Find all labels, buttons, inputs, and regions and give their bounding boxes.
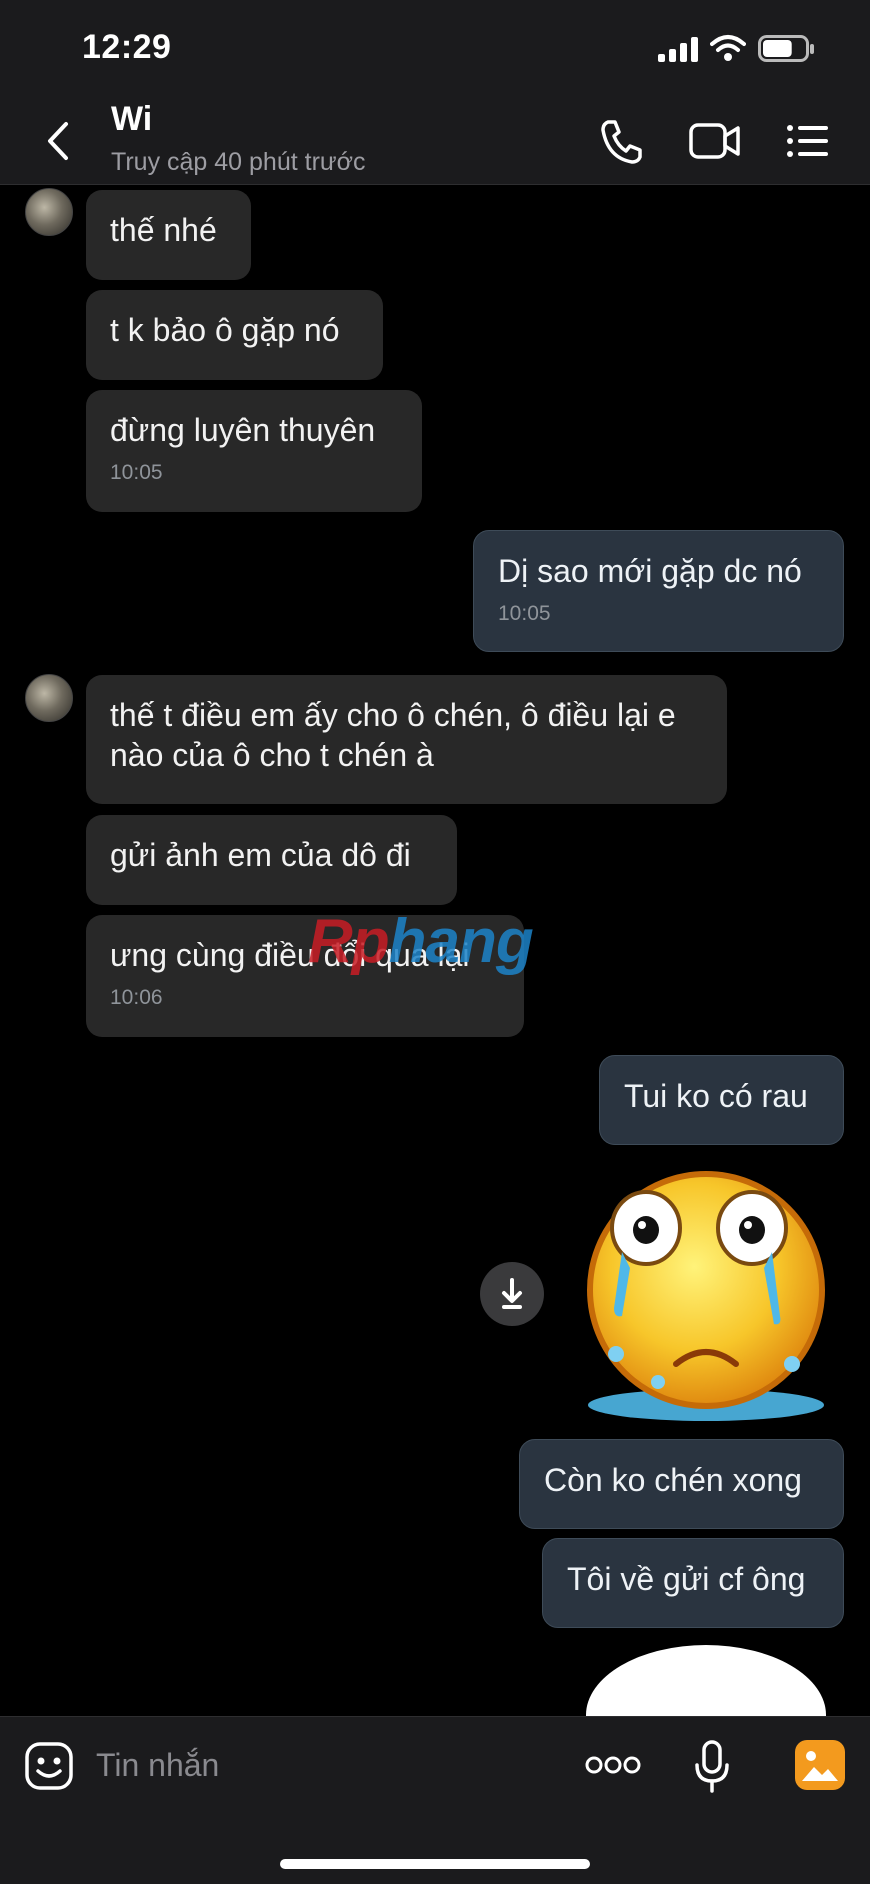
- emoji-icon[interactable]: [24, 1741, 74, 1791]
- message-time: 10:05: [110, 461, 163, 484]
- message-incoming[interactable]: t k bảo ô gặp nó: [86, 290, 383, 380]
- message-input[interactable]: Tin nhắn: [96, 1747, 219, 1784]
- battery-icon: [758, 35, 814, 62]
- video-call-icon[interactable]: [688, 116, 742, 166]
- watermark: Rphang: [308, 906, 534, 977]
- message-outgoing[interactable]: Tui ko có rau: [599, 1055, 844, 1145]
- contact-avatar[interactable]: [25, 674, 73, 722]
- message-text: thế t điều em ấy cho ô chén, ô điều lại …: [110, 697, 676, 773]
- chat-header: Wi Truy cập 40 phút trước: [0, 100, 870, 185]
- more-icon[interactable]: [585, 1753, 641, 1777]
- list-menu-icon[interactable]: [786, 116, 830, 166]
- message-text: Còn ko chén xong: [544, 1462, 802, 1498]
- message-text: Dị sao mới gặp dc nó: [498, 553, 802, 589]
- message-text: thế nhé: [110, 212, 217, 248]
- message-text: Tui ko có rau: [624, 1078, 808, 1114]
- download-icon: [502, 1278, 522, 1309]
- message-text: t k bảo ô gặp nó: [110, 312, 340, 348]
- contact-name[interactable]: Wi: [111, 100, 152, 139]
- message-time: 10:05: [498, 602, 551, 625]
- download-button[interactable]: [480, 1262, 544, 1326]
- message-incoming[interactable]: gửi ảnh em của dô đi: [86, 815, 457, 905]
- message-text: Tôi về gửi cf ông: [567, 1561, 806, 1597]
- phone-icon[interactable]: [598, 116, 644, 166]
- message-incoming[interactable]: thế t điều em ấy cho ô chén, ô điều lại …: [86, 675, 727, 804]
- watermark-part1: Rp: [308, 907, 390, 976]
- crying-face-sticker[interactable]: [566, 1168, 846, 1430]
- wifi-icon: [710, 35, 746, 61]
- message-incoming[interactable]: thế nhé: [86, 190, 251, 280]
- last-seen-status: Truy cập 40 phút trước: [111, 148, 366, 176]
- contact-avatar[interactable]: [25, 188, 73, 236]
- message-outgoing[interactable]: Dị sao mới gặp dc nó 10:05: [473, 530, 844, 652]
- microphone-icon[interactable]: [692, 1739, 732, 1795]
- signal-icon: [658, 37, 698, 62]
- message-input-bar: Tin nhắn: [0, 1716, 870, 1884]
- status-bar: 12:29: [0, 0, 870, 100]
- home-indicator: [280, 1859, 590, 1869]
- message-incoming[interactable]: đừng luyên thuyên 10:05: [86, 390, 422, 512]
- message-time: 10:06: [110, 986, 163, 1009]
- watermark-part2: hang: [388, 907, 534, 976]
- message-text: gửi ảnh em của dô đi: [110, 837, 411, 873]
- message-outgoing[interactable]: Tôi về gửi cf ông: [542, 1538, 844, 1628]
- status-time: 12:29: [82, 28, 172, 66]
- back-icon[interactable]: [38, 116, 78, 166]
- message-outgoing[interactable]: Còn ko chén xong: [519, 1439, 844, 1529]
- message-text: đừng luyên thuyên: [110, 412, 376, 448]
- image-icon[interactable]: [794, 1739, 846, 1791]
